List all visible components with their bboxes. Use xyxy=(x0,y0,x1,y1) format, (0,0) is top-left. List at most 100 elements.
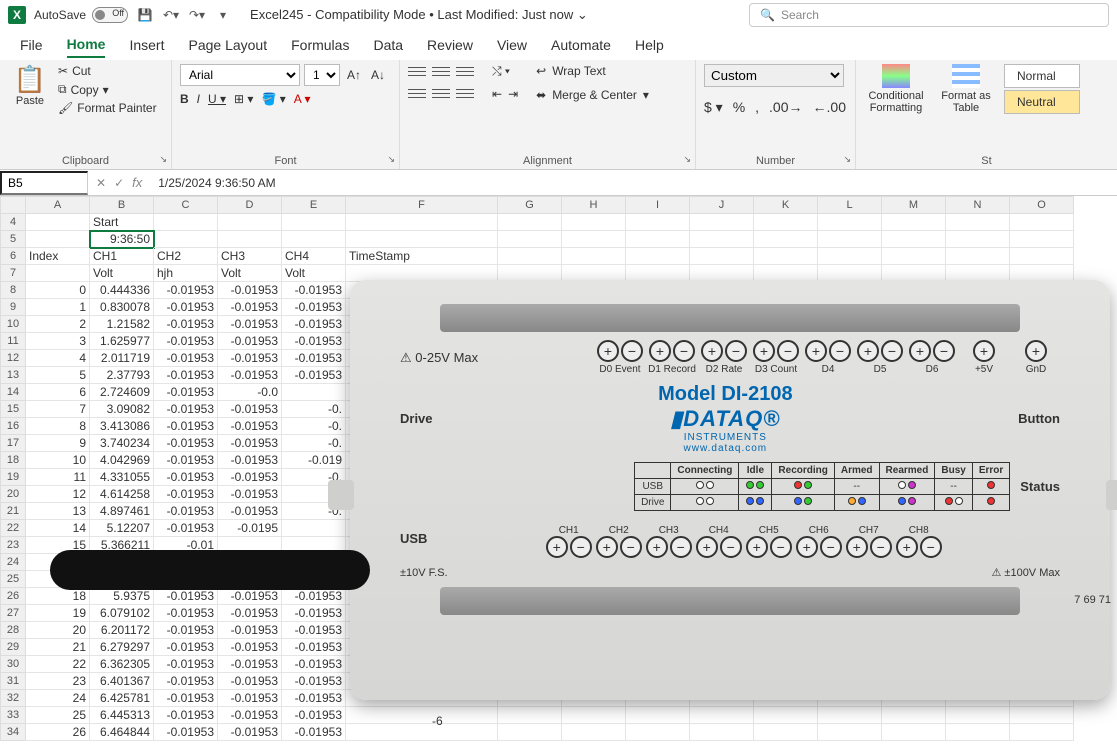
merge-center-button[interactable]: ⬌Merge & Center ▾ xyxy=(536,88,649,102)
cell[interactable] xyxy=(690,299,754,316)
cell[interactable] xyxy=(218,231,282,248)
cell[interactable]: Volt xyxy=(282,265,346,282)
cell[interactable] xyxy=(626,520,690,537)
cell[interactable] xyxy=(818,452,882,469)
cell[interactable] xyxy=(346,707,498,724)
cell[interactable] xyxy=(818,265,882,282)
cell-style-neutral[interactable]: Neutral xyxy=(1004,90,1080,114)
cell[interactable] xyxy=(626,384,690,401)
cell[interactable] xyxy=(754,214,818,231)
cell[interactable]: -0. xyxy=(282,469,346,486)
cell[interactable]: -0.01953 xyxy=(218,673,282,690)
name-box[interactable] xyxy=(0,171,88,195)
cell[interactable] xyxy=(498,367,562,384)
cell[interactable]: -0.01953 xyxy=(282,656,346,673)
cell[interactable] xyxy=(882,656,946,673)
cell[interactable]: 9 xyxy=(26,435,90,452)
row-header[interactable]: 22 xyxy=(0,520,26,537)
align-top-icon[interactable] xyxy=(408,64,426,78)
cell[interactable] xyxy=(946,571,1010,588)
undo-icon[interactable]: ↶▾ xyxy=(162,6,180,24)
cell[interactable]: -0.01953 xyxy=(154,707,218,724)
cell[interactable] xyxy=(626,435,690,452)
cell[interactable] xyxy=(946,639,1010,656)
cell[interactable] xyxy=(498,605,562,622)
cell[interactable] xyxy=(626,622,690,639)
underline-button[interactable]: U ▾ xyxy=(208,92,226,106)
cell[interactable]: -0.01953 xyxy=(282,690,346,707)
cell[interactable] xyxy=(1010,673,1074,690)
cell[interactable] xyxy=(946,333,1010,350)
cell[interactable]: -0.01953 xyxy=(218,282,282,299)
cell[interactable]: 6.464844 xyxy=(90,724,154,741)
cell[interactable]: -0.01953 xyxy=(154,452,218,469)
cell[interactable] xyxy=(690,622,754,639)
cell[interactable]: -0. xyxy=(282,435,346,452)
fx-icon[interactable]: fx xyxy=(132,175,142,190)
cell[interactable] xyxy=(1010,707,1074,724)
menu-file[interactable]: File xyxy=(20,33,43,57)
cell[interactable]: 11 xyxy=(26,469,90,486)
cell[interactable] xyxy=(690,656,754,673)
cell[interactable] xyxy=(498,350,562,367)
cell[interactable] xyxy=(882,537,946,554)
cell[interactable] xyxy=(562,452,626,469)
cell[interactable]: 6.079102 xyxy=(90,605,154,622)
cell[interactable] xyxy=(282,571,346,588)
cell[interactable] xyxy=(562,656,626,673)
cell[interactable] xyxy=(690,435,754,452)
cell[interactable] xyxy=(882,299,946,316)
cell[interactable] xyxy=(690,639,754,656)
cell[interactable] xyxy=(282,554,346,571)
cell[interactable] xyxy=(346,690,498,707)
cell[interactable] xyxy=(626,469,690,486)
cell[interactable] xyxy=(282,537,346,554)
cell[interactable]: 4 xyxy=(90,571,154,588)
cell[interactable] xyxy=(882,588,946,605)
cell[interactable] xyxy=(946,367,1010,384)
cell[interactable] xyxy=(1010,656,1074,673)
cell[interactable]: -0.01953 xyxy=(218,503,282,520)
cell[interactable] xyxy=(626,316,690,333)
cell[interactable]: Volt xyxy=(218,265,282,282)
cell[interactable] xyxy=(498,622,562,639)
cell[interactable] xyxy=(946,282,1010,299)
cell[interactable]: CH3 xyxy=(218,248,282,265)
cell[interactable]: -0.01953 xyxy=(154,486,218,503)
cell[interactable] xyxy=(346,571,498,588)
cell[interactable] xyxy=(690,503,754,520)
cell[interactable] xyxy=(626,571,690,588)
accounting-icon[interactable]: $ ▾ xyxy=(704,99,723,116)
cell[interactable]: 4.897461 xyxy=(90,503,154,520)
cell[interactable] xyxy=(818,537,882,554)
enter-formula-icon[interactable]: ✓ xyxy=(114,176,124,190)
cell[interactable] xyxy=(562,639,626,656)
cell[interactable] xyxy=(1010,503,1074,520)
cell[interactable] xyxy=(626,486,690,503)
fill-color-button[interactable]: 🪣 ▾ xyxy=(261,92,285,106)
cell[interactable] xyxy=(946,605,1010,622)
cell[interactable]: -0.01953 xyxy=(154,299,218,316)
cell[interactable]: 8 xyxy=(26,418,90,435)
cell[interactable] xyxy=(818,231,882,248)
cell[interactable] xyxy=(1010,316,1074,333)
save-icon[interactable]: 💾 xyxy=(136,6,154,24)
cell[interactable] xyxy=(690,316,754,333)
cell[interactable] xyxy=(562,350,626,367)
cell[interactable]: -0.019 xyxy=(282,452,346,469)
row-header[interactable]: 25 xyxy=(0,571,26,588)
cell[interactable] xyxy=(690,282,754,299)
decrease-indent-icon[interactable]: ⇤ xyxy=(492,87,502,101)
cell[interactable] xyxy=(1010,214,1074,231)
cell[interactable] xyxy=(946,248,1010,265)
cell[interactable]: 22 xyxy=(26,656,90,673)
comma-icon[interactable]: , xyxy=(755,99,759,116)
cell[interactable] xyxy=(626,401,690,418)
cell[interactable] xyxy=(946,435,1010,452)
formula-input[interactable]: 1/25/2024 9:36:50 AM xyxy=(150,173,1117,193)
menu-home[interactable]: Home xyxy=(67,32,106,58)
cell[interactable] xyxy=(882,282,946,299)
cell[interactable] xyxy=(26,231,90,248)
cell[interactable] xyxy=(562,299,626,316)
cell[interactable] xyxy=(346,554,498,571)
